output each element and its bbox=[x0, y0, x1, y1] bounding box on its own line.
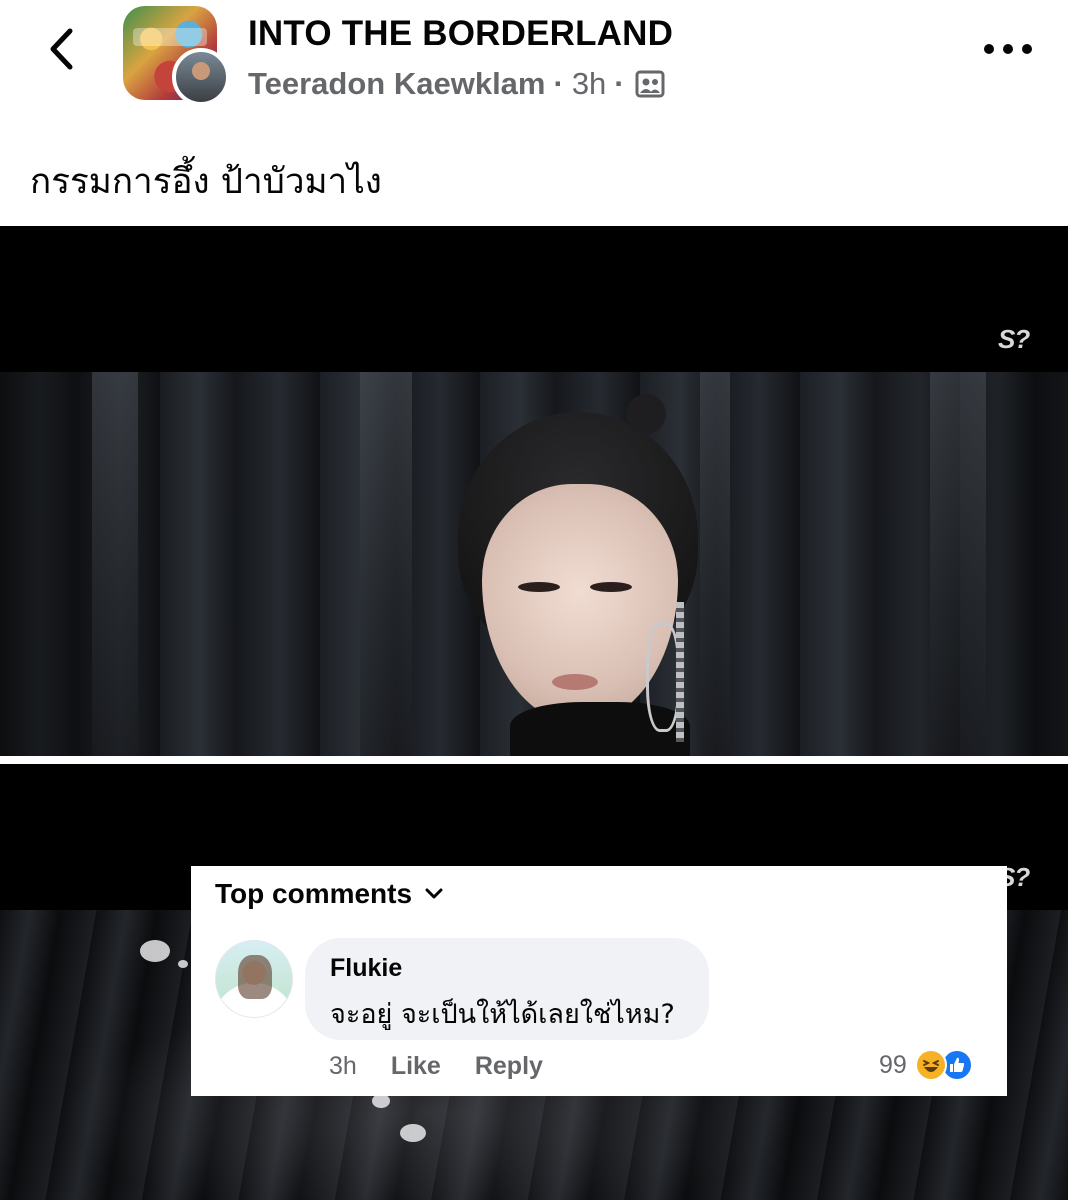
more-horizontal-icon bbox=[1003, 44, 1013, 54]
figure-bun bbox=[626, 394, 666, 434]
background-pillar bbox=[930, 372, 986, 756]
figure-earring-chain bbox=[676, 602, 684, 742]
more-horizontal-icon bbox=[1022, 44, 1032, 54]
chevron-down-icon bbox=[425, 888, 443, 899]
meta-separator: · bbox=[553, 66, 564, 101]
post-header: INTO THE BORDERLAND Teeradon Kaewklam · … bbox=[0, 0, 1068, 120]
watermark: S? bbox=[998, 324, 1030, 354]
letterbox bbox=[0, 226, 1068, 372]
commenter-avatar[interactable] bbox=[215, 940, 293, 1018]
back-button[interactable] bbox=[38, 24, 84, 74]
post-meta: Teeradon Kaewklam · 3h · bbox=[248, 64, 665, 104]
comment-bubble[interactable]: Flukie จะอยู่ จะเป็นให้ได้เลยใช่ไหม? bbox=[305, 938, 709, 1040]
water-splash bbox=[400, 1124, 426, 1142]
portrait-figure bbox=[440, 392, 740, 756]
more-horizontal-icon bbox=[984, 44, 994, 54]
meta-separator: · bbox=[614, 66, 625, 101]
more-options-button[interactable] bbox=[984, 36, 1032, 62]
haha-reaction-icon bbox=[914, 1049, 947, 1081]
group-name[interactable]: INTO THE BORDERLAND bbox=[248, 14, 673, 54]
comment-actions: 3h Like Reply bbox=[329, 1050, 577, 1082]
figure-eye bbox=[590, 582, 632, 592]
media-divider bbox=[0, 756, 1068, 764]
commenter-name[interactable]: Flukie bbox=[330, 954, 402, 983]
figure-lips bbox=[552, 674, 598, 690]
author-avatar[interactable] bbox=[172, 48, 230, 106]
comments-overlay: Top comments Flukie จะอยู่ จะเป็นให้ได้เ… bbox=[191, 866, 1007, 1096]
reaction-count: 99 bbox=[879, 1050, 907, 1079]
post-image-1[interactable]: S? bbox=[0, 226, 1068, 756]
water-splash bbox=[140, 940, 170, 962]
reply-button[interactable]: Reply bbox=[475, 1052, 543, 1081]
figure-earring bbox=[646, 622, 680, 732]
background-pillar bbox=[92, 372, 138, 756]
water-splash bbox=[178, 960, 188, 968]
background-pillar bbox=[360, 372, 412, 756]
top-comments-label: Top comments bbox=[215, 878, 413, 909]
comment-time: 3h bbox=[329, 1051, 357, 1080]
reaction-summary[interactable]: 99 bbox=[879, 1046, 973, 1084]
post-text: กรรมการอึ้ง ป้าบัวมาไง bbox=[30, 162, 382, 202]
comment-text: จะอยู่ จะเป็นให้ได้เลยใช่ไหม? bbox=[330, 999, 675, 1030]
figure-eye bbox=[518, 582, 560, 592]
chevron-left-icon bbox=[50, 28, 73, 70]
water-splash bbox=[372, 1094, 390, 1108]
author-name[interactable]: Teeradon Kaewklam bbox=[248, 66, 545, 102]
like-button[interactable]: Like bbox=[391, 1052, 441, 1081]
top-comments-filter[interactable]: Top comments bbox=[215, 876, 444, 912]
post-time[interactable]: 3h bbox=[572, 66, 606, 102]
group-audience-icon bbox=[635, 70, 665, 98]
